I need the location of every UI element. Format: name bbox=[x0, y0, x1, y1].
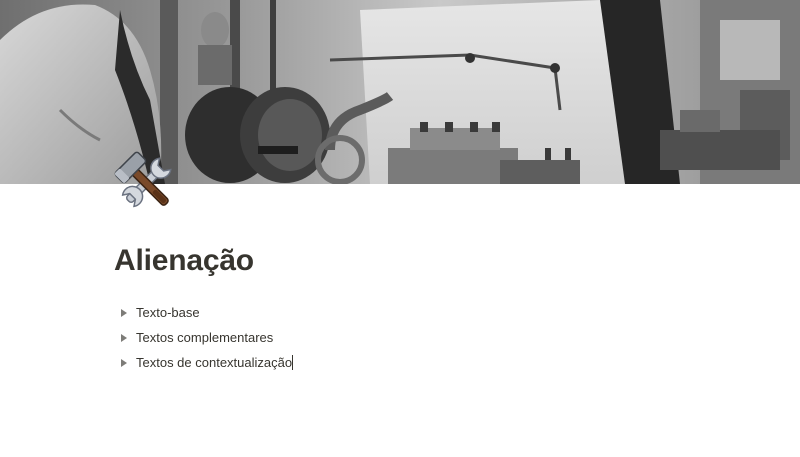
notion-page: Alienação Texto-base Textos complementar… bbox=[0, 0, 800, 457]
text-cursor bbox=[292, 355, 294, 370]
toggle-item[interactable]: Textos complementares bbox=[114, 325, 293, 350]
toggle-arrow-icon[interactable] bbox=[116, 355, 132, 371]
toggle-arrow-icon[interactable] bbox=[116, 330, 132, 346]
toggle-label[interactable]: Texto-base bbox=[136, 305, 200, 320]
page-title[interactable]: Alienação bbox=[114, 241, 254, 281]
hammer-and-wrench-icon[interactable] bbox=[110, 150, 182, 216]
toggle-list: Texto-base Textos complementares Textos … bbox=[114, 300, 294, 375]
toggle-item[interactable]: Textos de contextualização bbox=[114, 350, 294, 375]
toggle-label[interactable]: Textos de contextualização bbox=[136, 355, 292, 370]
hammer-and-wrench-icon-graphic bbox=[114, 151, 172, 208]
toggle-item[interactable]: Texto-base bbox=[114, 300, 293, 325]
toggle-label[interactable]: Textos complementares bbox=[136, 330, 273, 345]
toggle-arrow-icon[interactable] bbox=[116, 305, 132, 321]
